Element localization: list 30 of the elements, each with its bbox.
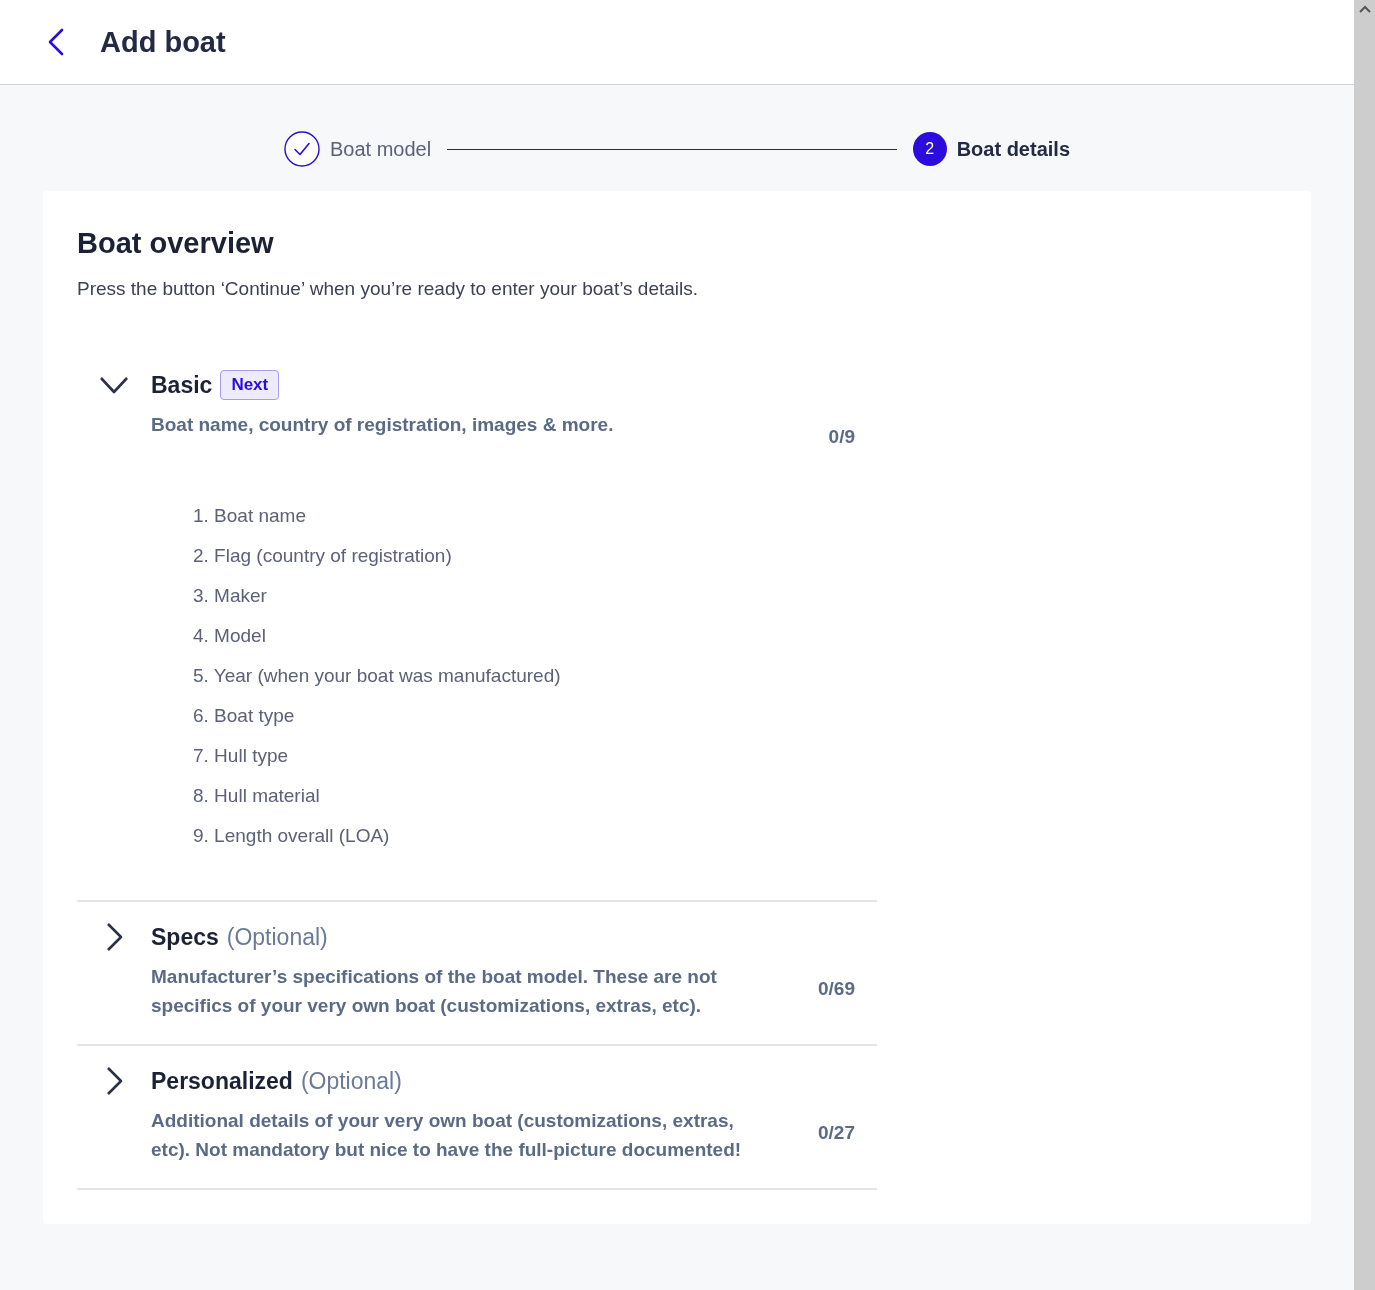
field-list-item: 5. Year (when your boat was manufactured) xyxy=(193,664,562,688)
field-list-item: 8. Hull material xyxy=(193,784,321,808)
scrollbar[interactable] xyxy=(1354,0,1375,1290)
overview-description: Press the button ‘Continue’ when you’re ready to enter your boat’s details. xyxy=(77,278,700,300)
field-list-item: 6. Boat type xyxy=(193,704,296,728)
scroll-up-icon[interactable] xyxy=(1358,5,1371,13)
field-list-item: 3. Maker xyxy=(193,584,268,608)
step-label: Boat details xyxy=(956,137,1070,161)
step-number: 2 xyxy=(912,132,947,166)
check-circle-icon xyxy=(284,131,320,167)
field-list-item: 2. Flag (country of registration) xyxy=(193,544,453,568)
next-badge: Next xyxy=(220,370,280,400)
page-title: Add boat xyxy=(100,25,226,59)
progress-count: 0/69 xyxy=(818,978,855,1001)
field-list-item: 4. Model xyxy=(193,624,267,648)
field-list-item: 9. Length overall (LOA) xyxy=(193,824,391,848)
section-title: Personalized xyxy=(151,1067,293,1095)
section-description: Boat name, country of registration, images & more. xyxy=(151,413,614,437)
step-label: Boat model xyxy=(330,137,432,161)
progress-count: 0/9 xyxy=(828,426,855,448)
section-title: Basic xyxy=(151,371,213,399)
field-list-item: 1. Boat name xyxy=(193,504,308,528)
section-description: Additional details of your very own boat (customizations, extras, etc). Not mandatory but nice to have the full-picture documented! xyxy=(151,1109,743,1162)
field-list-item: 7. Hull type xyxy=(193,744,290,768)
section-description: Manufacturer’s specifications of the boat model. These are not specifics of your very own boat (customizations, extras, etc). xyxy=(151,965,718,1018)
section-title: Specs xyxy=(151,923,219,951)
progress-count: 0/27 xyxy=(818,1122,855,1145)
optional-label: (Optional) xyxy=(226,923,328,951)
optional-label: (Optional) xyxy=(300,1067,402,1095)
overview-title: Boat overview xyxy=(77,227,275,260)
